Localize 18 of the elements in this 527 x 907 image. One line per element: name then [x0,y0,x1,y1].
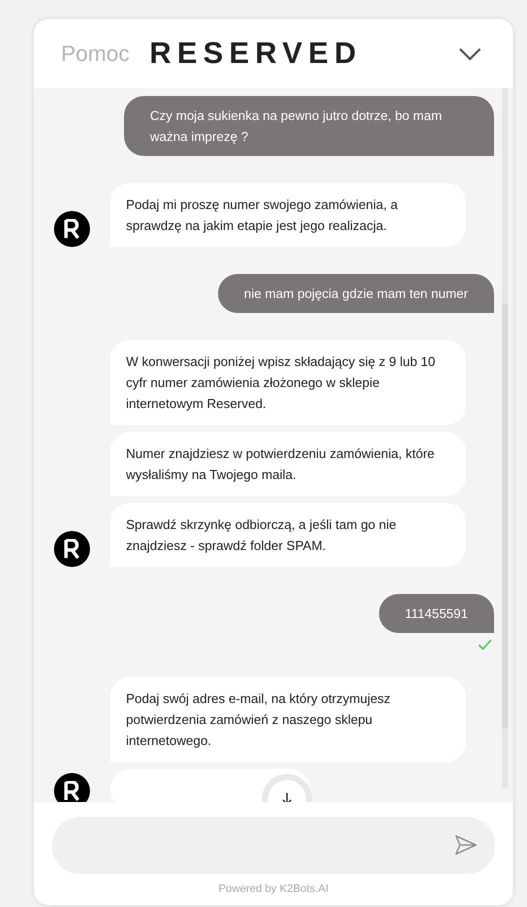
bot-message: Podaj mi proszę numer swojego zamówienia, a sprawdzę na jakim etapie jest jego realizacja. [110,183,466,247]
powered-by-text: Powered by K2Bots.AI [218,882,329,896]
arrow-down-icon [282,792,292,802]
brand-logo: RESERVED [149,36,362,72]
scrollbar-thumb[interactable] [502,304,508,728]
r-logo-icon [64,219,80,239]
user-message: Czy moja sukienka na pewno jutro dotrze, bo mam ważna imprezę ? [124,96,494,156]
r-logo-icon [64,539,80,559]
user-message: nie mam pojęcia gdzie mam ten numer [218,274,494,313]
bot-message: Podaj swój adres e-mail, na który otrzymujesz potwierdzenia zamówień z naszego sklepu internetowego. [110,677,466,762]
bot-message: Sprawdź skrzynkę odbiorczą, a jeśli tam go nie znajdziesz - sprawdź folder SPAM. [110,503,466,567]
bot-message: Numer znajdziesz w potwierdzeniu zamówienia, które wysłaliśmy na Twojego maila. [110,432,466,496]
r-logo-icon [64,781,80,801]
user-message: 111455591 [378,594,494,633]
send-icon[interactable] [455,835,477,855]
chevron-down-icon [458,46,482,60]
bot-message: W konwersacji poniżej wpisz składający się z 9 lub 10 cyfr numer zamówienia złożonego w sklepie internetowym Reserved. [110,340,466,425]
header-label: Pomoc [61,40,130,68]
